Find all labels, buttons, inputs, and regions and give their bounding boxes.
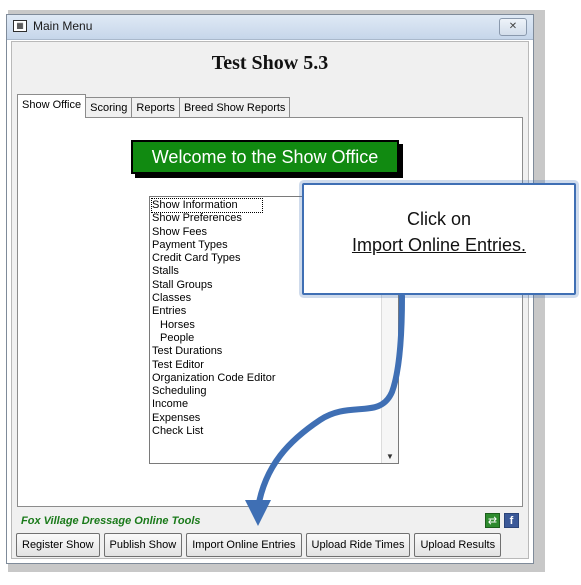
tab-reports[interactable]: Reports [131, 97, 180, 118]
close-button[interactable]: ✕ [499, 18, 527, 36]
list-item[interactable]: Credit Card Types [152, 252, 276, 265]
show-office-panel: Welcome to the Show Office Show Informat… [17, 117, 523, 507]
publish-show-button[interactable]: Publish Show [103, 533, 183, 557]
list-item[interactable]: Stall Groups [152, 279, 276, 292]
tab-strip: Show Office Scoring Reports Breed Show R… [17, 94, 291, 118]
list-item[interactable]: Show Preferences [152, 212, 276, 225]
list-item[interactable]: People [152, 332, 276, 345]
online-tools-label: Fox Village Dressage Online Tools [21, 515, 201, 527]
list-item[interactable]: Show Information [151, 197, 263, 214]
tab-breed-show-reports[interactable]: Breed Show Reports [178, 97, 291, 118]
tab-show-office[interactable]: Show Office [17, 94, 87, 118]
list-item[interactable]: Expenses [152, 412, 276, 425]
scroll-down-icon[interactable]: ▼ [386, 452, 394, 461]
import-online-entries-button[interactable]: Import Online Entries [186, 533, 302, 557]
list-item[interactable]: Scheduling [152, 385, 276, 398]
list-item[interactable]: Horses [152, 319, 276, 332]
callout-text: Click on [406, 209, 472, 229]
list-item[interactable]: Test Editor [152, 359, 276, 372]
website-icon[interactable]: ⇄ [485, 513, 500, 528]
list-item[interactable]: Test Durations [152, 345, 276, 358]
list-item[interactable]: Payment Types [152, 239, 276, 252]
list-item[interactable]: Income [152, 398, 276, 411]
register-show-button[interactable]: Register Show [16, 533, 100, 557]
list-item[interactable]: Stalls [152, 265, 276, 278]
form-body: Test Show 5.3 Show Office Scoring Report… [11, 41, 529, 559]
welcome-banner: Welcome to the Show Office [131, 140, 399, 174]
list-item[interactable]: Classes [152, 292, 276, 305]
title-bar: ▦ Main Menu ✕ [7, 15, 533, 40]
tab-scoring[interactable]: Scoring [85, 97, 133, 118]
show-title: Test Show 5.3 [211, 52, 329, 74]
online-tools-buttons: Register Show Publish Show Import Online… [16, 533, 502, 557]
callout-link-text: Import Online Entries. [351, 235, 527, 255]
list-items: Show Information Show Preferences Show Fee… [151, 197, 276, 438]
list-item[interactable]: Organization Code Editor [152, 372, 276, 385]
online-tools-bar: Fox Village Dressage Online Tools ⇄ f Re… [12, 512, 528, 562]
instruction-callout: Click on Import Online Entries. [302, 183, 576, 295]
form-icon: ▦ [13, 20, 27, 32]
upload-results-button[interactable]: Upload Results [414, 533, 502, 557]
list-item[interactable]: Check List [152, 425, 276, 438]
list-item[interactable]: Show Fees [152, 226, 276, 239]
list-item[interactable]: Entries [152, 305, 276, 318]
upload-ride-times-button[interactable]: Upload Ride Times [305, 533, 411, 557]
facebook-icon[interactable]: f [504, 513, 519, 528]
window-title: Main Menu [33, 19, 93, 33]
